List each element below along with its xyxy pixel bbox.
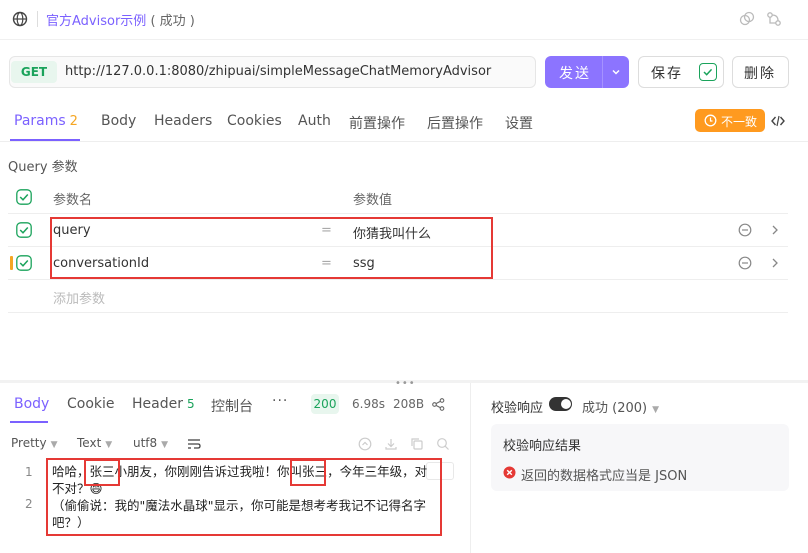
- wrap-lines-icon[interactable]: [187, 437, 201, 451]
- tab-auth[interactable]: Auth: [298, 113, 331, 129]
- method-badge[interactable]: GET: [11, 61, 57, 83]
- validate-status-select[interactable]: 成功 (200) ▼: [582, 397, 659, 416]
- line-number: 1: [25, 465, 33, 479]
- download-icon[interactable]: [384, 437, 398, 451]
- validate-response-label: 校验响应: [491, 401, 544, 416]
- chevron-down-icon: ▼: [50, 440, 58, 450]
- check-icon[interactable]: [699, 63, 717, 81]
- copy-icon[interactable]: [739, 11, 755, 27]
- page-title[interactable]: 官方Advisor示例 ( 成功 ): [46, 10, 195, 29]
- response-tab-console[interactable]: 控制台: [211, 396, 253, 416]
- response-tab-header[interactable]: Header 5: [132, 396, 195, 412]
- format-pretty-select[interactable]: Pretty ▼: [11, 436, 58, 450]
- tab-params[interactable]: Params 2: [14, 113, 78, 129]
- tab-body[interactable]: Body: [101, 113, 136, 129]
- response-column-divider: [470, 383, 471, 553]
- line-number: 2: [25, 497, 33, 511]
- chevron-down-icon: ▼: [652, 405, 660, 415]
- tab-cookies[interactable]: Cookies: [227, 113, 282, 129]
- chevron-down-icon: ▼: [105, 440, 113, 450]
- row-divider: [8, 312, 788, 313]
- encoding-select[interactable]: utf8 ▼: [133, 436, 168, 450]
- response-size: 208B: [393, 397, 425, 411]
- send-button-label[interactable]: 发送: [559, 63, 591, 83]
- chevron-down-icon: ▼: [161, 440, 169, 450]
- error-icon: [503, 466, 516, 479]
- format-text-label: Text: [77, 436, 102, 450]
- select-all-checkbox-icon[interactable]: [16, 189, 32, 205]
- more-icon[interactable]: ···: [272, 393, 288, 409]
- format-text-select[interactable]: Text ▼: [77, 436, 112, 450]
- tab-pre-actions[interactable]: 前置操作: [349, 113, 405, 133]
- globe-icon[interactable]: [12, 11, 28, 27]
- validation-error-text: 返回的数据格式应当是 JSON: [521, 469, 688, 484]
- response-time: 6.98s: [352, 397, 385, 411]
- chevron-right-icon[interactable]: [768, 223, 782, 237]
- response-tab-underline: [10, 421, 48, 423]
- save-button-label[interactable]: 保存: [651, 63, 683, 83]
- row-divider: [8, 279, 788, 280]
- tab-headers[interactable]: Headers: [154, 113, 212, 129]
- chevron-right-icon[interactable]: [768, 256, 782, 270]
- tab-params-count: 2: [69, 114, 78, 129]
- row-divider: [8, 213, 788, 214]
- clock-icon: [704, 114, 717, 127]
- format-pretty-label: Pretty: [11, 436, 47, 450]
- page-title-status: ( 成功 ): [150, 14, 195, 29]
- remove-circle-icon[interactable]: [738, 223, 752, 237]
- row-drag-handle[interactable]: [10, 256, 13, 270]
- remove-circle-icon[interactable]: [738, 256, 752, 270]
- response-tab-header-label: Header: [132, 396, 183, 412]
- response-tab-header-count: 5: [186, 397, 195, 411]
- search-icon[interactable]: [436, 437, 450, 451]
- highlight-box-params: [50, 217, 493, 279]
- page-title-text: 官方Advisor示例: [46, 14, 147, 29]
- copy-icon[interactable]: [410, 437, 424, 451]
- tab-post-actions[interactable]: 后置操作: [427, 113, 483, 133]
- param-checkbox-icon[interactable]: [16, 255, 32, 271]
- encoding-label: utf8: [133, 436, 158, 450]
- tabs-divider: [0, 141, 808, 142]
- share-icon[interactable]: [432, 398, 445, 411]
- chevron-down-icon[interactable]: [610, 66, 622, 78]
- tab-settings[interactable]: 设置: [505, 113, 533, 133]
- response-tab-cookie[interactable]: Cookie: [67, 396, 115, 412]
- highlight-box-name: [84, 459, 120, 486]
- toggle-knob[interactable]: [561, 399, 571, 409]
- validation-result-title: 校验响应结果: [503, 439, 582, 454]
- column-param-name: 参数名: [53, 193, 93, 208]
- splitter-grip-icon[interactable]: •••: [395, 378, 416, 389]
- scroll-top-icon[interactable]: [358, 437, 372, 451]
- status-code-badge: 200: [311, 394, 339, 414]
- param-checkbox-icon[interactable]: [16, 222, 32, 238]
- add-param-input[interactable]: 添加参数: [53, 288, 105, 307]
- branch-icon[interactable]: [766, 11, 782, 27]
- column-param-value: 参数值: [353, 193, 393, 208]
- tab-params-label: Params: [14, 113, 66, 129]
- url-input[interactable]: http://127.0.0.1:8080/zhipuai/simpleMess…: [65, 64, 491, 79]
- title-divider: [37, 11, 38, 27]
- code-icon[interactable]: [771, 114, 785, 128]
- response-tab-body[interactable]: Body: [14, 396, 49, 412]
- query-section-title: Query 参数: [8, 160, 78, 175]
- validate-status-label: 成功 (200): [582, 401, 648, 416]
- highlight-box-name: [290, 459, 326, 486]
- mismatch-label[interactable]: 不一致: [721, 113, 757, 130]
- delete-button-label[interactable]: 删除: [744, 63, 776, 83]
- send-divider: [602, 56, 603, 88]
